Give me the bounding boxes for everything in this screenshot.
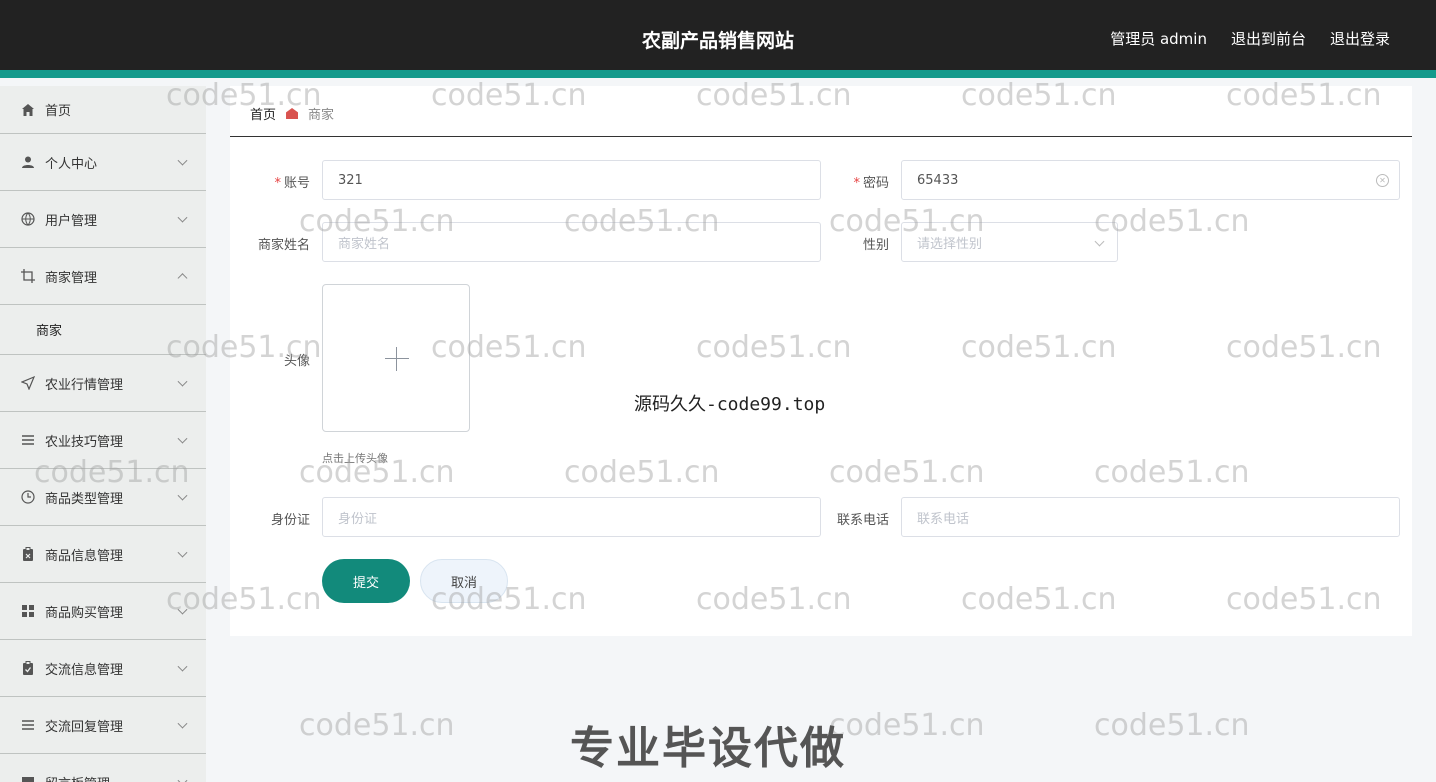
breadcrumb-divider (230, 136, 1412, 137)
chevron-down-icon (177, 490, 188, 501)
gender-select[interactable]: 请选择性别 (901, 222, 1118, 262)
account-input[interactable]: 321 (322, 160, 821, 200)
gender-label: 性别 (862, 238, 889, 253)
watermark: code51.cn (1094, 708, 1250, 743)
breadcrumb-home[interactable]: 首页 (250, 104, 276, 123)
password-label-text: 密码 (862, 176, 889, 191)
chevron-up-icon (177, 273, 188, 284)
sidebar-item-label: 交流回复管理 (45, 719, 124, 735)
cancel-button[interactable]: 取消 (420, 559, 508, 603)
sidebar-item-exchange-info[interactable]: 交流信息管理 (0, 640, 206, 697)
watermark: code51.cn (299, 708, 455, 743)
sidebar-item-agri-market[interactable]: 农业行情管理 (0, 355, 206, 412)
sidebar-item-goods-purchase[interactable]: 商品购买管理 (0, 583, 206, 640)
logout-link[interactable]: 退出登录 (1330, 28, 1390, 49)
sidebar-subitem-merchant[interactable]: 商家 (0, 305, 206, 355)
header-actions: 管理员 admin 退出到前台 退出登录 (1110, 28, 1390, 49)
sidebar-item-goods-type[interactable]: 商品类型管理 (0, 469, 206, 526)
center-watermark-text: 源码久久-code99.top (634, 394, 826, 415)
merchant-name-label: 商家姓名 (257, 238, 310, 253)
top-header: 农副产品销售网站 管理员 admin 退出到前台 退出登录 (0, 0, 1436, 78)
submit-button[interactable]: 提交 (322, 559, 410, 603)
id-card-input[interactable]: 身份证 (322, 497, 821, 537)
id-card-placeholder: 身份证 (338, 511, 378, 527)
password-label: * 密码 (830, 172, 889, 191)
account-label: * 账号 (250, 172, 310, 191)
required-mark: * (853, 176, 860, 191)
main-content: 首页 商家 * 账号 321 * 密码 65433 ✕ 商家姓名 商家姓名 性别 请… (230, 86, 1412, 636)
avatar-upload-hint: 点击上传头像 (322, 452, 388, 465)
sidebar-item-users[interactable]: 用户管理 (0, 191, 206, 248)
clock-icon (20, 489, 36, 505)
chevron-down-icon (177, 718, 188, 729)
breadcrumb-current: 商家 (308, 108, 335, 123)
user-icon (20, 154, 36, 170)
sidebar-item-merchants[interactable]: 商家管理 (0, 248, 206, 305)
password-value: 65433 (917, 172, 959, 188)
sidebar: 首页 个人中心 用户管理 商家管理 商家 农业行情管理 农业技巧管理 商品类型管… (0, 86, 206, 782)
chevron-down-icon (177, 155, 188, 166)
chevron-down-icon (177, 775, 188, 782)
bottom-banner-text: 专业毕设代做 (570, 723, 846, 774)
watermark: code51.cn (829, 708, 985, 743)
crop-icon (20, 268, 36, 284)
sidebar-item-label: 个人中心 (45, 156, 98, 172)
account-label-text: 账号 (283, 176, 310, 191)
sidebar-item-label: 首页 (45, 104, 72, 119)
id-card-label: 身份证 (270, 513, 310, 528)
chevron-down-icon (1094, 236, 1105, 247)
sidebar-item-goods-info[interactable]: 商品信息管理 (0, 526, 206, 583)
sidebar-item-home[interactable]: 首页 (0, 86, 206, 134)
clipboard-icon (20, 546, 36, 562)
chevron-down-icon (177, 212, 188, 223)
grid-icon (20, 603, 36, 619)
list-icon (20, 432, 36, 448)
globe-icon (20, 211, 36, 227)
chevron-down-icon (177, 661, 188, 672)
sidebar-item-exchange-reply[interactable]: 交流回复管理 (0, 697, 206, 754)
sidebar-item-label: 交流信息管理 (45, 662, 124, 678)
clear-icon[interactable]: ✕ (1376, 174, 1389, 187)
phone-label: 联系电话 (836, 513, 889, 528)
sidebar-item-label: 农业技巧管理 (45, 434, 124, 450)
password-input[interactable]: 65433 ✕ (901, 160, 1400, 200)
exit-to-front-link[interactable]: 退出到前台 (1231, 28, 1306, 49)
sidebar-item-label: 商品类型管理 (45, 491, 124, 507)
admin-user-link[interactable]: 管理员 admin (1110, 28, 1207, 49)
sidebar-item-agri-tips[interactable]: 农业技巧管理 (0, 412, 206, 469)
sidebar-item-label: 商品购买管理 (45, 605, 124, 621)
account-value: 321 (338, 172, 363, 188)
home-icon (20, 102, 36, 118)
sidebar-item-label: 商家管理 (45, 270, 98, 286)
sidebar-item-profile[interactable]: 个人中心 (0, 134, 206, 191)
sidebar-item-label: 商品信息管理 (45, 548, 124, 564)
house-icon (286, 108, 299, 119)
chevron-down-icon (177, 547, 188, 558)
gender-placeholder: 请选择性别 (917, 236, 983, 252)
message-icon (20, 774, 36, 782)
avatar-upload[interactable] (322, 284, 470, 432)
chevron-down-icon (177, 433, 188, 444)
avatar-label: 头像 (283, 354, 310, 369)
plus-icon-vertical (396, 347, 397, 371)
phone-placeholder: 联系电话 (917, 511, 970, 527)
list-icon (20, 717, 36, 733)
clipboard-check-icon (20, 660, 36, 676)
plus-icon (385, 358, 409, 359)
chevron-down-icon (177, 604, 188, 615)
sidebar-item-label: 留言板管理 (45, 773, 110, 782)
merchant-name-placeholder: 商家姓名 (338, 236, 391, 252)
merchant-name-input[interactable]: 商家姓名 (322, 222, 821, 262)
sidebar-item-message-board[interactable]: 留言板管理 (0, 754, 206, 782)
chevron-down-icon (177, 376, 188, 387)
send-icon (20, 375, 36, 391)
sidebar-item-label: 农业行情管理 (45, 377, 124, 393)
breadcrumb: 首页 商家 (250, 104, 334, 123)
phone-input[interactable]: 联系电话 (901, 497, 1400, 537)
required-mark: * (274, 176, 281, 191)
sidebar-item-label: 用户管理 (45, 213, 98, 229)
